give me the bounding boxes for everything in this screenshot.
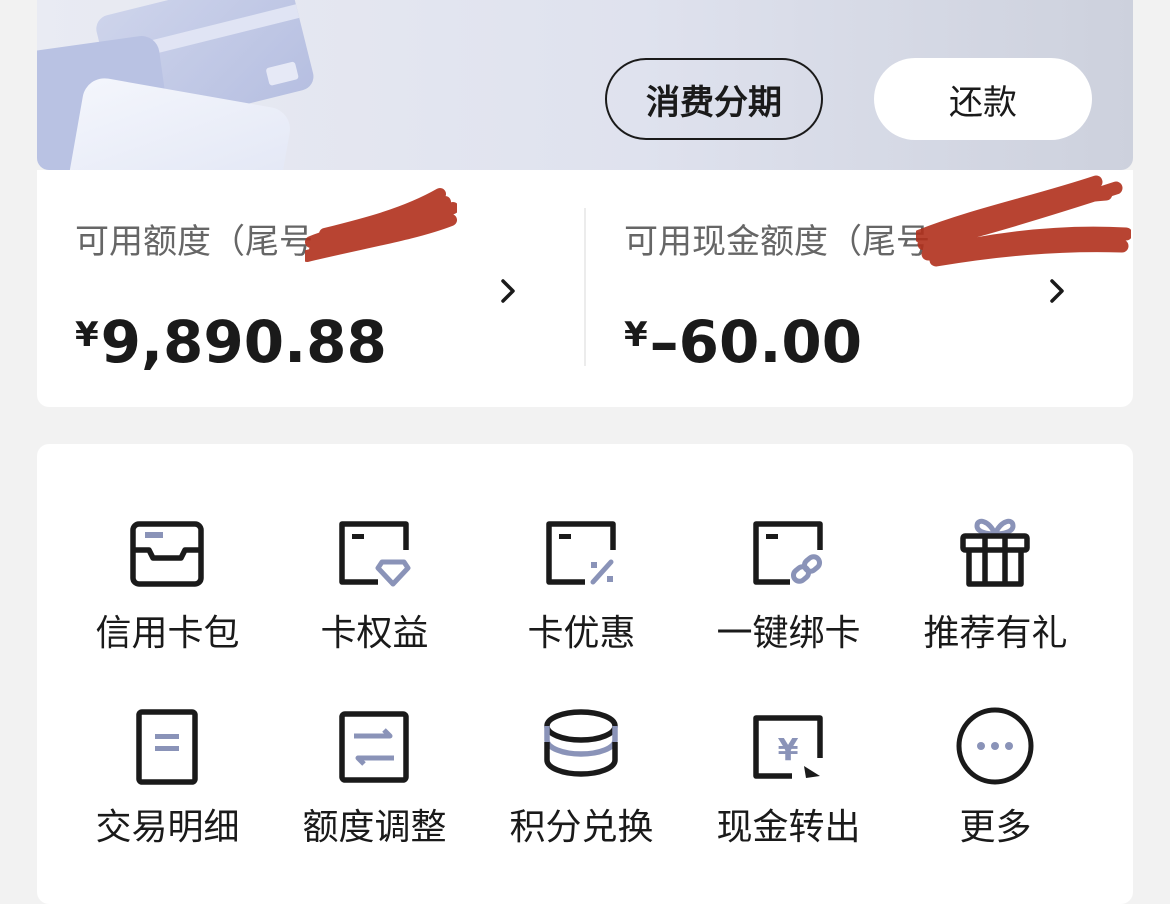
available-cash-value: –60.00 — [649, 308, 863, 376]
card-wallet-icon — [130, 521, 204, 587]
service-referral-gift[interactable]: 推荐有礼 — [886, 504, 1105, 654]
service-transaction-detail[interactable]: 交易明细 — [58, 698, 277, 848]
service-label: 额度调整 — [302, 807, 447, 848]
credit-cards-illustration — [37, 0, 314, 170]
redaction-scribble — [305, 188, 457, 262]
service-more[interactable]: 更多 — [886, 698, 1105, 848]
available-credit-amount: ¥9,890.88 — [75, 308, 387, 376]
service-label: 信用卡包 — [95, 613, 240, 654]
promo-banner: 消费分期 还款 — [37, 0, 1133, 170]
repay-button[interactable]: 还款 — [874, 58, 1092, 140]
service-label: 推荐有礼 — [923, 613, 1068, 654]
service-card-discount[interactable]: 卡优惠 — [472, 504, 691, 654]
services-grid: 信用卡包 卡权益 卡优惠 一键绑卡 推荐有礼 交易明细 额度调整 积分兑换 ¥ … — [37, 444, 1133, 904]
currency-symbol: ¥ — [624, 315, 648, 355]
card-discount-icon — [546, 521, 616, 585]
available-credit-label: 可用额度（尾号 — [75, 222, 313, 262]
service-card-wallet[interactable]: 信用卡包 — [58, 504, 277, 654]
limit-adjust-icon — [339, 711, 409, 783]
service-label: 积分兑换 — [509, 807, 654, 848]
service-card-bind[interactable]: 一键绑卡 — [679, 504, 898, 654]
installment-button[interactable]: 消费分期 — [605, 58, 823, 140]
available-credit-value: 9,890.88 — [100, 308, 387, 376]
credit-summary-panel: 可用额度（尾号 ¥9,890.88 可用现金额度（尾号 ¥–60.00 — [37, 170, 1133, 407]
service-label: 交易明细 — [95, 807, 240, 848]
transaction-detail-icon — [136, 709, 198, 785]
service-label: 一键绑卡 — [716, 613, 861, 654]
service-points-exchange[interactable]: 积分兑换 — [472, 698, 691, 848]
service-label: 现金转出 — [716, 807, 861, 848]
svg-text:¥: ¥ — [778, 733, 799, 768]
currency-symbol: ¥ — [75, 315, 99, 355]
cash-transfer-icon: ¥ — [753, 715, 823, 779]
card-benefit-icon — [339, 521, 411, 587]
gift-icon — [960, 518, 1030, 587]
redaction-scribble — [916, 175, 1131, 267]
service-cash-transfer[interactable]: ¥ 现金转出 — [679, 698, 898, 848]
available-cash-label: 可用现金额度（尾号 — [624, 222, 930, 262]
available-cash-amount: ¥–60.00 — [624, 308, 862, 376]
points-coins-icon — [544, 709, 618, 777]
chevron-right-icon[interactable] — [499, 278, 517, 304]
more-icon — [956, 707, 1034, 785]
service-card-benefit[interactable]: 卡权益 — [265, 504, 484, 654]
service-limit-adjust[interactable]: 额度调整 — [265, 698, 484, 848]
service-label: 卡权益 — [320, 613, 429, 654]
card-bind-icon — [753, 521, 823, 585]
available-credit-section[interactable]: 可用额度（尾号 ¥9,890.88 — [37, 170, 585, 407]
service-label: 卡优惠 — [527, 613, 636, 654]
available-cash-section[interactable]: 可用现金额度（尾号 ¥–60.00 — [586, 170, 1133, 407]
chevron-right-icon[interactable] — [1048, 278, 1066, 304]
service-label: 更多 — [959, 807, 1032, 848]
